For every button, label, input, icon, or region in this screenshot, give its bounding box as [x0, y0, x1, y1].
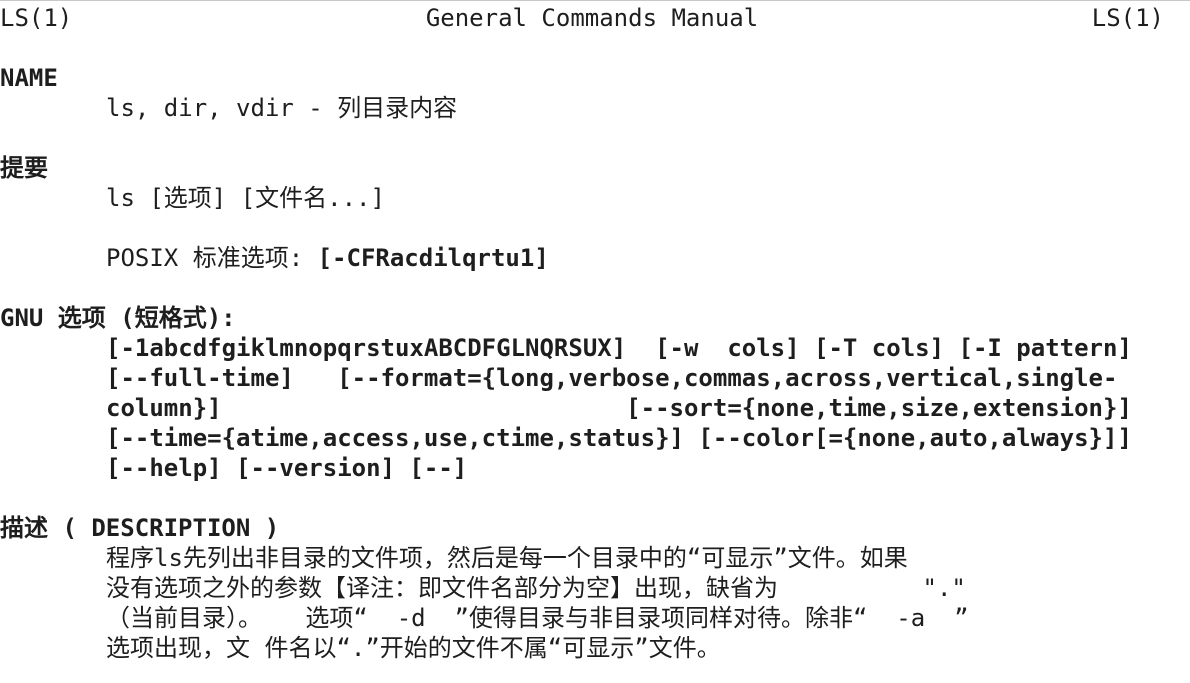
- gnu-options-line: column}] [--sort={none,time,size,extensi…: [106, 394, 1132, 422]
- section-heading-synopsis: 提要: [0, 154, 48, 182]
- synopsis-usage: ls [选项] [文件名...]: [106, 184, 385, 212]
- synopsis-posix-line: POSIX 标准选项: [-CFRacdilqrtu1]: [106, 243, 549, 273]
- header-center-title: General Commands Manual: [425, 4, 759, 32]
- posix-label: POSIX 标准选项:: [106, 244, 318, 272]
- gnu-options-line: [-1abcdfgiklmnopqrstuxABCDFGLNQRSUX] [-w…: [106, 334, 1132, 362]
- description-line: 选项出现，文 件名以“.”开始的文件不属“可显示”文件。: [106, 634, 721, 662]
- section-heading-gnu-options: GNU 选项 (短格式):: [0, 304, 236, 332]
- name-text: ls, dir, vdir - 列目录内容: [106, 94, 458, 122]
- gnu-options-line: [--full-time] [--format={long,verbose,co…: [106, 364, 1118, 392]
- section-heading-description: 描述 ( DESCRIPTION ): [0, 514, 280, 542]
- section-heading-name: NAME: [0, 64, 58, 92]
- gnu-options-line: [--time={atime,access,use,ctime,status}]…: [106, 424, 1132, 452]
- header-right-title: LS(1): [1091, 4, 1164, 32]
- gnu-options-line: [--help] [--version] [--]: [106, 454, 468, 482]
- posix-options: [-CFRacdilqrtu1]: [317, 244, 549, 272]
- description-line: 没有选项之外的参数【译注：即文件名部分为空】出现，缺省为 ".": [106, 574, 966, 602]
- top-border: [0, 0, 1190, 1]
- description-line: 程序ls先列出非目录的文件项，然后是每一个目录中的“可显示”文件。如果: [106, 544, 908, 572]
- description-line: （当前目录）。 选项“ -d ”使得目录与非目录项同样对待。除非“ -a ”: [106, 604, 969, 632]
